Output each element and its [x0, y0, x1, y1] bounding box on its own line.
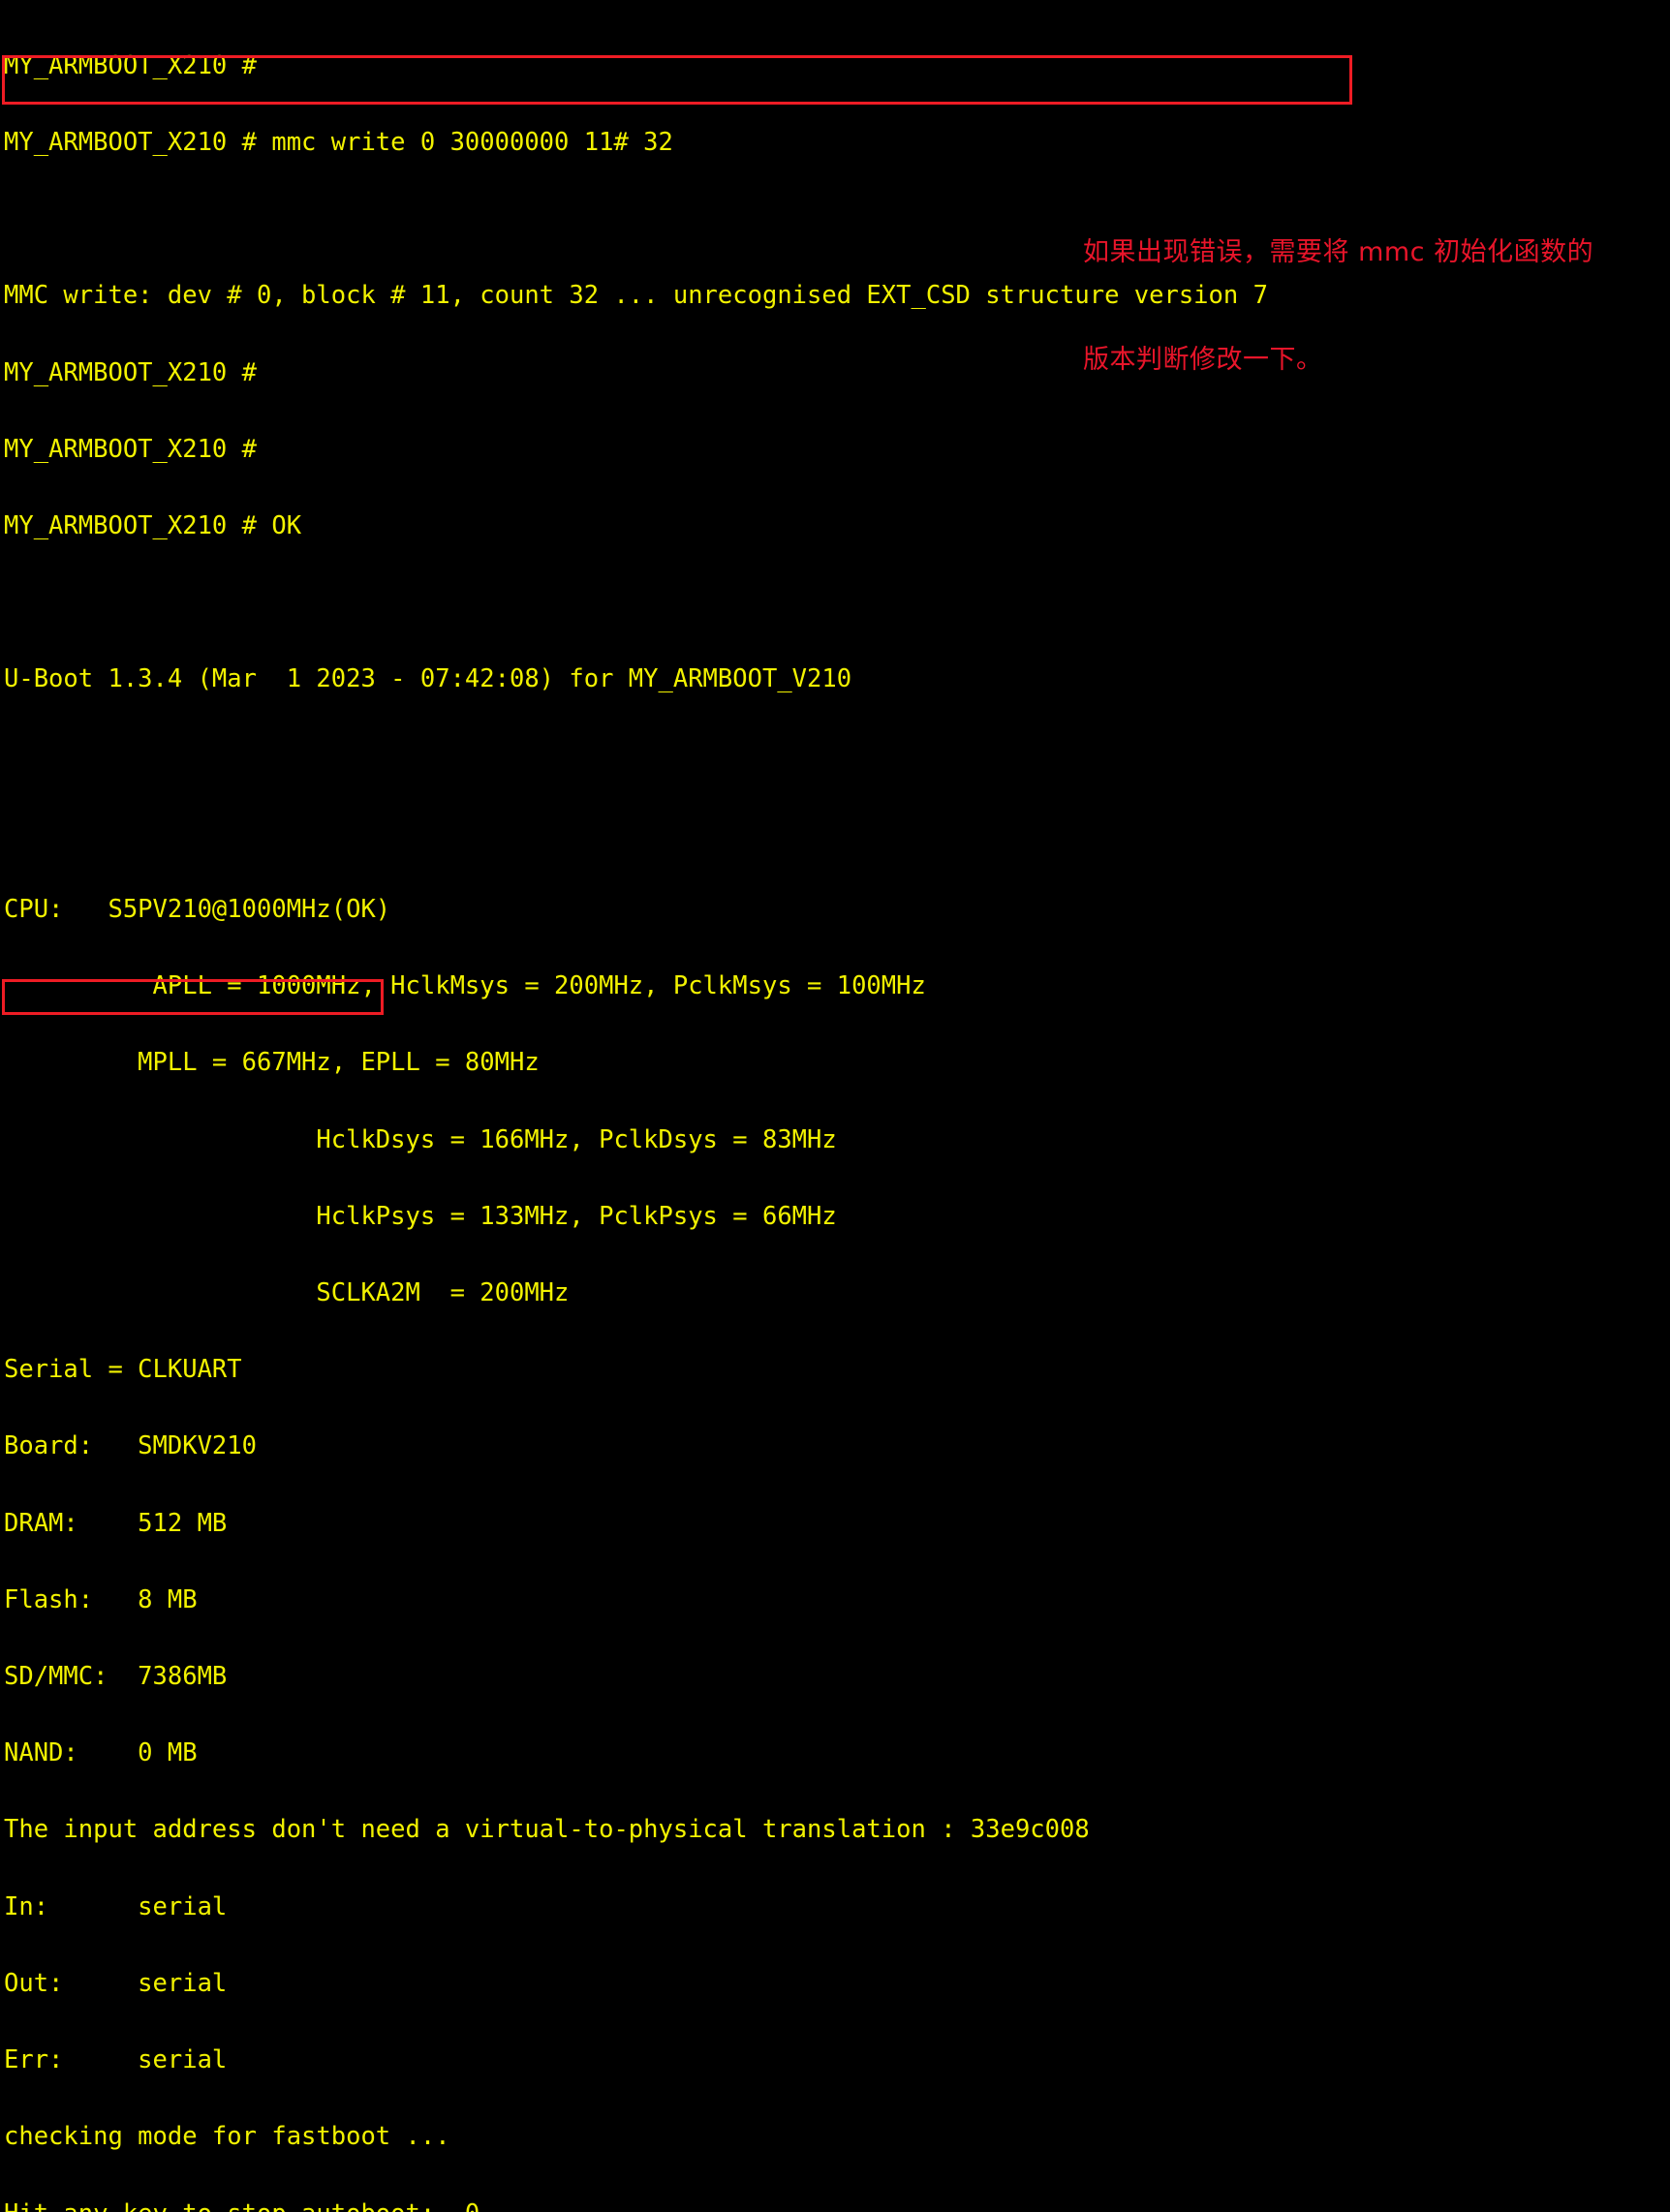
annotation-line-2: 版本判断修改一下。 [1083, 342, 1606, 378]
terminal-line: MY_ARMBOOT_X210 # OK [4, 513, 1670, 538]
terminal-line: HclkDsys = 166MHz, PclkDsys = 83MHz [4, 1127, 1670, 1152]
terminal-line: SCLKA2M = 200MHz [4, 1280, 1670, 1306]
terminal-line-out: Out: serial [4, 1971, 1670, 1996]
terminal-line-flash: Flash: 8 MB [4, 1587, 1670, 1613]
terminal-line-board: Board: SMDKV210 [4, 1433, 1670, 1459]
terminal-line: checking mode for fastboot ... [4, 2124, 1670, 2149]
terminal-line-dram: DRAM: 512 MB [4, 1511, 1670, 1536]
terminal-line-uboot-version: U-Boot 1.3.4 (Mar 1 2023 - 07:42:08) for… [4, 666, 1670, 691]
terminal-line-autoboot: Hit any key to stop autoboot: 0 [4, 2201, 1670, 2212]
terminal-line-serial: Serial = CLKUART [4, 1357, 1670, 1382]
terminal-line [4, 744, 1670, 769]
terminal-line-cpu: CPU: S5PV210@1000MHz(OK) [4, 897, 1670, 922]
terminal-line [4, 590, 1670, 615]
terminal-line-sdmmc: SD/MMC: 7386MB [4, 1664, 1670, 1689]
terminal-line-err: Err: serial [4, 2047, 1670, 2073]
terminal-line: The input address don't need a virtual-t… [4, 1817, 1670, 1842]
terminal-line-nand: NAND: 0 MB [4, 1740, 1670, 1766]
annotation-line-1: 如果出现错误，需要将 mmc 初始化函数的 [1083, 234, 1606, 270]
terminal-line: MY_ARMBOOT_X210 # [4, 437, 1670, 462]
terminal-line: MY_ARMBOOT_X210 # [4, 53, 1670, 78]
terminal-line-in: In: serial [4, 1894, 1670, 1920]
terminal-line: MPLL = 667MHz, EPLL = 80MHz [4, 1050, 1670, 1075]
terminal-line: HclkPsys = 133MHz, PclkPsys = 66MHz [4, 1204, 1670, 1229]
terminal-line [4, 820, 1670, 845]
terminal-line: APLL = 1000MHz, HclkMsys = 200MHz, PclkM… [4, 973, 1670, 998]
terminal-line: MY_ARMBOOT_X210 # mmc write 0 30000000 1… [4, 130, 1670, 155]
annotation-note: 如果出现错误，需要将 mmc 初始化函数的 版本判断修改一下。 [1083, 163, 1606, 414]
